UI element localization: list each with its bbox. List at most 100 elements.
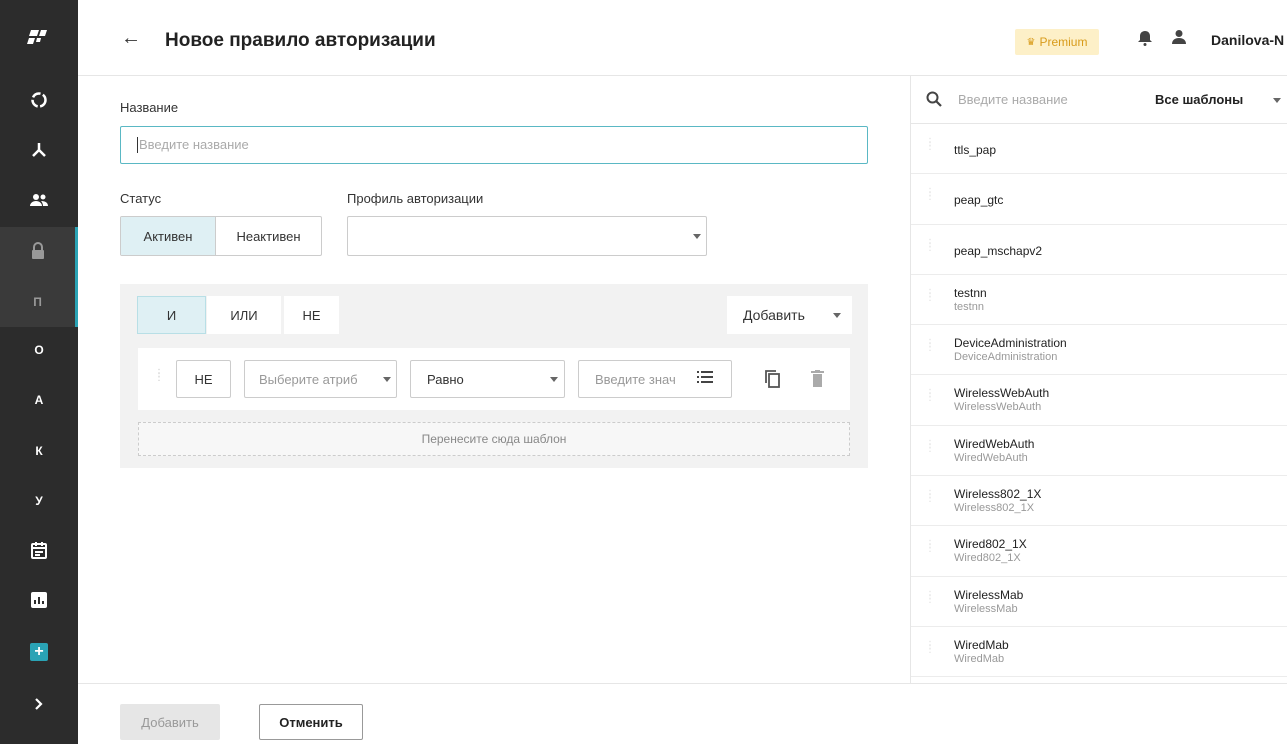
add-button[interactable]: Добавить: [120, 704, 220, 740]
conditions-block: И ИЛИ НЕ Добавить ⋮ ⋮ НЕ Выберите атриб Р…: [120, 284, 868, 468]
cancel-button[interactable]: Отменить: [259, 704, 363, 740]
drag-handle-icon[interactable]: ⋮ ⋮: [925, 188, 935, 202]
value-placeholder: Введите знач: [595, 371, 676, 387]
template-item[interactable]: ⋮ ⋮ Wireless802_1X Wireless802_1X: [911, 476, 1287, 527]
sidebar-item-o[interactable]: О: [0, 325, 78, 375]
template-name: peap_mschapv2: [954, 243, 1043, 258]
template-item[interactable]: ⋮ ⋮ WiredMab WiredMab: [911, 627, 1287, 678]
drag-handle-icon[interactable]: ⋮ ⋮: [925, 138, 935, 152]
template-item[interactable]: ⋮ ⋮ peap_gtc: [911, 174, 1287, 225]
operator-select[interactable]: Равно: [410, 360, 565, 398]
templates-search-input[interactable]: Введите название: [958, 92, 1068, 107]
drag-handle-icon[interactable]: ⋮ ⋮: [925, 288, 935, 302]
sidebar-item-add[interactable]: +: [0, 627, 78, 677]
search-icon[interactable]: [926, 91, 942, 112]
sidebar-item-label: К: [35, 444, 43, 458]
value-input[interactable]: Введите знач: [578, 360, 732, 398]
drag-handle-icon[interactable]: ⋮ ⋮: [154, 369, 164, 383]
template-item[interactable]: ⋮ ⋮ ttls_pap: [911, 124, 1287, 175]
logic-not-button[interactable]: НЕ: [284, 296, 339, 334]
template-item[interactable]: ⋮ ⋮ Wired802_1X Wired802_1X: [911, 526, 1287, 577]
status-active-button[interactable]: Активен: [121, 217, 215, 255]
templates-list: ⋮ ⋮ ttls_pap ⋮ ⋮ peap_gtc ⋮ ⋮ peap_mschapv2…: [911, 124, 1287, 678]
chevron-down-icon: [1273, 98, 1281, 103]
template-subtitle: Wired802_1X: [954, 552, 1021, 565]
username[interactable]: Danilova-N: [1211, 32, 1284, 48]
sidebar-item-reports[interactable]: [0, 576, 78, 626]
template-subtitle: Wireless802_1X: [954, 502, 1035, 515]
back-arrow-icon[interactable]: ←: [121, 27, 141, 50]
drag-handle-icon[interactable]: ⋮ ⋮: [925, 439, 935, 453]
bell-icon[interactable]: [1138, 30, 1152, 51]
template-subtitle: WirelessWebAuth: [954, 401, 1042, 414]
templates-filter-select[interactable]: Все шаблоны: [1155, 92, 1243, 107]
attribute-select[interactable]: Выберите атриб: [244, 360, 397, 398]
drag-handle-icon[interactable]: ⋮ ⋮: [925, 640, 935, 654]
template-name: WirelessMab: [954, 587, 1024, 602]
text-cursor: [137, 137, 138, 153]
header: ← Новое правило авторизации ♛ Premium Da…: [78, 0, 1287, 76]
row-not-button[interactable]: НЕ: [176, 360, 231, 398]
premium-badge[interactable]: ♛ Premium: [1015, 29, 1099, 55]
copy-icon[interactable]: [765, 370, 781, 393]
template-name: Wired802_1X: [954, 537, 1027, 552]
calendar-icon: [31, 541, 47, 562]
status-inactive-button[interactable]: Неактивен: [215, 217, 321, 255]
template-subtitle: testnn: [954, 300, 984, 313]
drag-handle-icon[interactable]: ⋮ ⋮: [925, 540, 935, 554]
sidebar-item-label: П: [33, 295, 42, 309]
logo-icon[interactable]: [0, 13, 78, 63]
sidebar-item-u[interactable]: У: [0, 476, 78, 526]
sidebar-item-calendar[interactable]: [0, 526, 78, 576]
chevron-down-icon: [550, 377, 558, 382]
drag-handle-icon[interactable]: ⋮ ⋮: [925, 238, 935, 252]
template-subtitle: WiredWebAuth: [954, 451, 1028, 464]
sidebar-item-security[interactable]: [0, 227, 78, 277]
trash-icon[interactable]: [811, 370, 824, 392]
sidebar-item-label: А: [34, 393, 44, 407]
sidebar-item-network[interactable]: [0, 126, 78, 176]
users-icon: [29, 192, 49, 211]
sidebar-expand[interactable]: [0, 680, 78, 730]
name-input[interactable]: Введите название: [120, 126, 868, 164]
drag-handle-icon[interactable]: ⋮ ⋮: [925, 490, 935, 504]
page-title: Новое правило авторизации: [165, 30, 436, 51]
sidebar-item-k[interactable]: К: [0, 426, 78, 476]
template-name: peap_gtc: [954, 193, 1004, 208]
template-item[interactable]: ⋮ ⋮ testnn testnn: [911, 275, 1287, 326]
drag-handle-icon[interactable]: ⋮ ⋮: [925, 389, 935, 403]
sidebar-item-a[interactable]: А: [0, 375, 78, 425]
template-item[interactable]: ⋮ ⋮ WirelessMab WirelessMab: [911, 577, 1287, 627]
profile-select[interactable]: [347, 216, 707, 256]
template-item[interactable]: ⋮ ⋮ peap_mschapv2: [911, 225, 1287, 275]
drag-handle-icon[interactable]: ⋮ ⋮: [925, 590, 935, 604]
name-label: Название: [120, 100, 179, 115]
attribute-placeholder: Выберите атриб: [259, 371, 358, 387]
template-name: ttls_pap: [954, 143, 997, 157]
template-name: Wireless802_1X: [954, 487, 1042, 502]
logic-and-button[interactable]: И: [137, 296, 206, 334]
list-icon[interactable]: [697, 370, 713, 387]
sidebar-item-users[interactable]: [0, 176, 78, 226]
drag-handle-icon[interactable]: ⋮ ⋮: [925, 339, 935, 353]
add-condition-label: Добавить: [743, 307, 805, 323]
template-item[interactable]: ⋮ ⋮ WiredWebAuth WiredWebAuth: [911, 426, 1287, 477]
status-label: Статус: [120, 191, 162, 206]
user-icon[interactable]: [1171, 29, 1187, 50]
template-name: DeviceAdministration: [954, 336, 1067, 351]
condition-row: ⋮ ⋮ НЕ Выберите атриб Равно Введите знач: [138, 348, 850, 410]
logic-or-button[interactable]: ИЛИ: [207, 296, 281, 334]
template-item[interactable]: ⋮ ⋮ WirelessWebAuth WirelessWebAuth: [911, 375, 1287, 426]
sidebar-item-dashboard[interactable]: [0, 76, 78, 126]
template-subtitle: WirelessMab: [954, 602, 1018, 615]
sidebar-item-p[interactable]: П: [0, 277, 78, 327]
chevron-down-icon: [383, 377, 391, 382]
add-condition-button[interactable]: Добавить: [727, 296, 852, 334]
lock-icon: [31, 241, 45, 263]
template-subtitle: DeviceAdministration: [954, 351, 1058, 364]
sidebar: П О А К У +: [0, 0, 78, 744]
templates-search-bar: Введите название Все шаблоны: [911, 76, 1287, 124]
template-drop-zone[interactable]: Перенесите сюда шаблон: [138, 422, 850, 456]
crown-icon: ♛: [1026, 36, 1036, 48]
template-item[interactable]: ⋮ ⋮ DeviceAdministration DeviceAdministra…: [911, 325, 1287, 376]
